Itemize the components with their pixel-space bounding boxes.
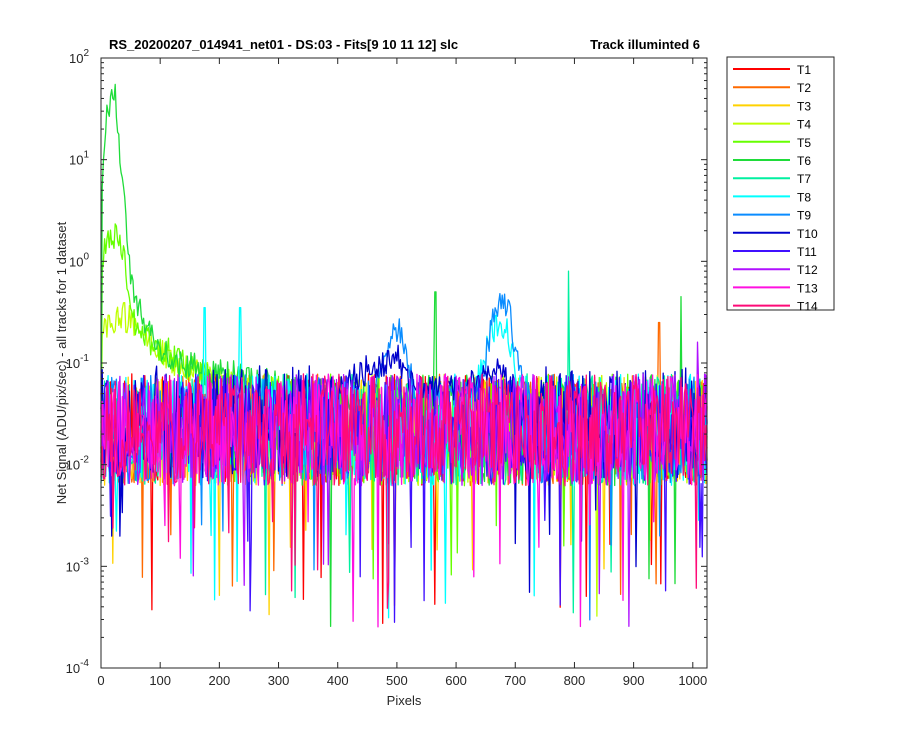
x-tick-label: 600 xyxy=(445,673,467,688)
legend-label: T13 xyxy=(797,281,818,295)
x-tick-label: 800 xyxy=(564,673,586,688)
y-tick-label: 10-2 xyxy=(66,455,90,473)
y-tick-label: 102 xyxy=(69,48,89,66)
figure: 0 100 200 300 400 500 600 700 800 900 1000 10-4 10-… xyxy=(0,0,900,750)
y-tick-label: 10-4 xyxy=(66,658,90,676)
legend-label: T2 xyxy=(797,81,811,95)
legend-label: T5 xyxy=(797,136,811,150)
x-tick-label: 1000 xyxy=(678,673,707,688)
legend-label: T9 xyxy=(797,209,811,223)
y-tick-label: 101 xyxy=(69,150,89,168)
legend-label: T3 xyxy=(797,99,811,113)
legend-label: T6 xyxy=(797,154,811,168)
y-tick-label: 10-1 xyxy=(66,353,90,371)
x-tick-label: 900 xyxy=(623,673,645,688)
y-tick-label: 100 xyxy=(69,251,89,269)
x-tick-label: 200 xyxy=(209,673,231,688)
legend-label: T7 xyxy=(797,172,811,186)
y-tick-label: 10-3 xyxy=(66,556,90,574)
x-tick-label: 700 xyxy=(504,673,526,688)
chart-svg: 0 100 200 300 400 500 600 700 800 900 1000 10-4 10-… xyxy=(54,37,835,708)
x-tick-label: 500 xyxy=(386,673,408,688)
legend-label: T1 xyxy=(797,63,811,77)
chart-title-right: Track illuminted 6 xyxy=(590,37,700,52)
x-tick-label: 300 xyxy=(268,673,290,688)
y-axis-label: Net Signal (ADU/pix/sec) - all tracks fo… xyxy=(54,221,69,504)
chart-title: RS_20200207_014941_net01 - DS:03 - Fits[… xyxy=(109,37,458,52)
legend-label: T10 xyxy=(797,227,818,241)
legend[interactable]: T1 T2 T3 T4 T5 T6 T7 T8 T9 T10 T11 T12 T13 T14 xyxy=(726,56,835,314)
legend-label: T11 xyxy=(797,245,817,259)
legend-label: T8 xyxy=(797,190,811,204)
x-tick-label: 400 xyxy=(327,673,349,688)
legend-label: T12 xyxy=(797,263,818,277)
legend-label: T14 xyxy=(797,300,818,314)
x-tick-label: 100 xyxy=(149,673,171,688)
x-tick-label: 0 xyxy=(97,673,104,688)
legend-box xyxy=(726,56,835,311)
legend-label: T4 xyxy=(797,118,811,132)
x-axis-label: Pixels xyxy=(387,693,422,708)
